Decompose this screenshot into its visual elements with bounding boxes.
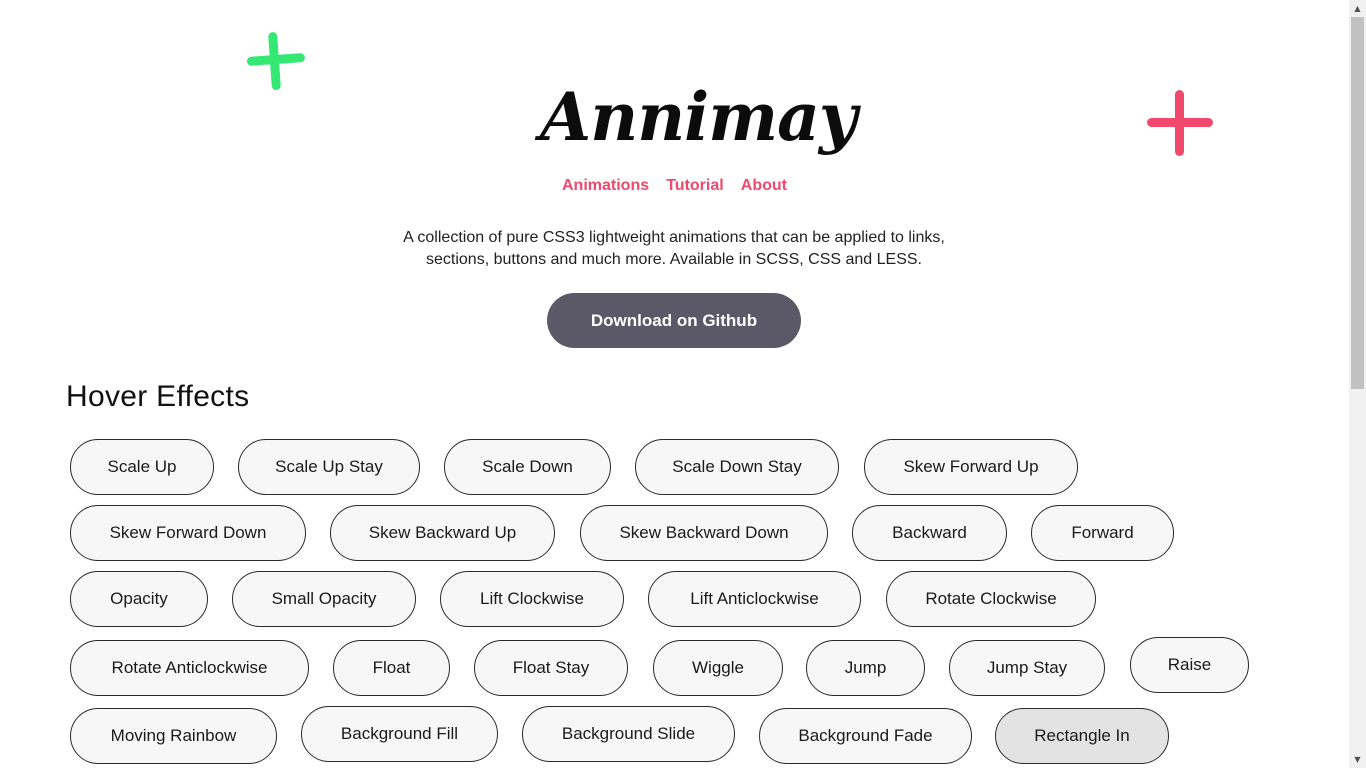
scrollbar-thumb[interactable] (1351, 17, 1364, 389)
effect-raise[interactable]: Raise (1130, 637, 1249, 693)
page: Annimay Animations Tutorial About A coll… (0, 0, 1349, 768)
effect-small-opacity[interactable]: Small Opacity (232, 571, 416, 627)
effect-scale-down-stay[interactable]: Scale Down Stay (635, 439, 839, 495)
effect-lift-clockwise[interactable]: Lift Clockwise (440, 571, 624, 627)
effect-rectangle-in[interactable]: Rectangle In (995, 708, 1169, 764)
effect-rotate-clockwise[interactable]: Rotate Clockwise (886, 571, 1096, 627)
effect-skew-forward-up[interactable]: Skew Forward Up (864, 439, 1078, 495)
effect-float-stay[interactable]: Float Stay (474, 640, 628, 696)
effect-background-fade[interactable]: Background Fade (759, 708, 972, 764)
effect-scale-down[interactable]: Scale Down (444, 439, 611, 495)
effect-backward[interactable]: Backward (852, 505, 1007, 561)
effect-scale-up[interactable]: Scale Up (70, 439, 214, 495)
vertical-scrollbar[interactable]: ▲ ▼ (1349, 0, 1366, 768)
hover-effects-list: Scale Up Scale Up Stay Scale Down Scale … (0, 0, 1349, 768)
effect-jump-stay[interactable]: Jump Stay (949, 640, 1105, 696)
effect-float[interactable]: Float (333, 640, 450, 696)
triangle-up-icon[interactable]: ▲ (1349, 0, 1366, 17)
effect-skew-backward-down[interactable]: Skew Backward Down (580, 505, 828, 561)
effect-forward[interactable]: Forward (1031, 505, 1174, 561)
effect-lift-anticlockwise[interactable]: Lift Anticlockwise (648, 571, 861, 627)
effect-rotate-anticlockwise[interactable]: Rotate Anticlockwise (70, 640, 309, 696)
effect-skew-forward-down[interactable]: Skew Forward Down (70, 505, 306, 561)
effect-scale-up-stay[interactable]: Scale Up Stay (238, 439, 420, 495)
effect-wiggle[interactable]: Wiggle (653, 640, 783, 696)
effect-background-slide[interactable]: Background Slide (522, 706, 735, 762)
effect-opacity[interactable]: Opacity (70, 571, 208, 627)
effect-background-fill[interactable]: Background Fill (301, 706, 498, 762)
triangle-down-icon[interactable]: ▼ (1349, 751, 1366, 768)
effect-skew-backward-up[interactable]: Skew Backward Up (330, 505, 555, 561)
effect-jump[interactable]: Jump (806, 640, 925, 696)
effect-moving-rainbow[interactable]: Moving Rainbow (70, 708, 277, 764)
